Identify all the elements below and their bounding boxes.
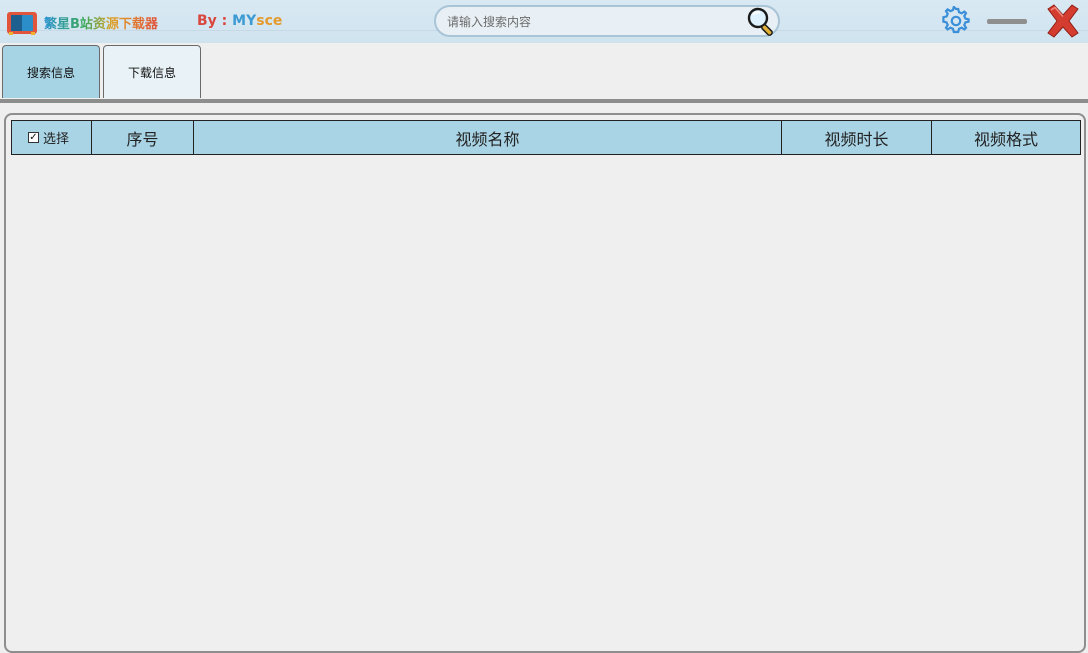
author-name-part-b: sce — [256, 13, 283, 29]
column-header-select[interactable]: ✓ 选择 — [12, 121, 92, 154]
search-box — [434, 5, 780, 37]
author-credit: By : MYsce — [197, 13, 282, 29]
column-header-video-duration[interactable]: 视频时长 — [782, 121, 932, 154]
tab-search-info[interactable]: 搜索信息 — [2, 45, 100, 98]
app-logo-icon — [7, 12, 37, 35]
results-panel — [4, 113, 1086, 653]
select-label: 选择 — [43, 132, 70, 147]
column-header-index[interactable]: 序号 — [92, 121, 194, 154]
title-bar: 繁星B站资源下载器 By : MYsce — [0, 0, 1088, 43]
select-all-checkbox[interactable]: ✓ — [28, 132, 39, 143]
search-input[interactable] — [445, 11, 739, 33]
author-prefix: By : — [197, 13, 233, 29]
tab-download-info[interactable]: 下载信息 — [103, 45, 201, 98]
results-table-header: ✓ 选择 序号 视频名称 视频时长 视频格式 — [11, 120, 1081, 155]
column-header-video-format[interactable]: 视频格式 — [932, 121, 1080, 154]
search-icon[interactable] — [745, 6, 777, 38]
tab-divider — [0, 99, 1088, 103]
author-name-part-a: MY — [232, 13, 257, 29]
close-icon[interactable] — [1044, 3, 1082, 39]
minimize-icon[interactable] — [987, 19, 1027, 24]
gear-icon[interactable] — [941, 6, 971, 36]
app-title: 繁星B站资源下载器 — [44, 13, 158, 32]
column-header-video-name[interactable]: 视频名称 — [194, 121, 782, 154]
